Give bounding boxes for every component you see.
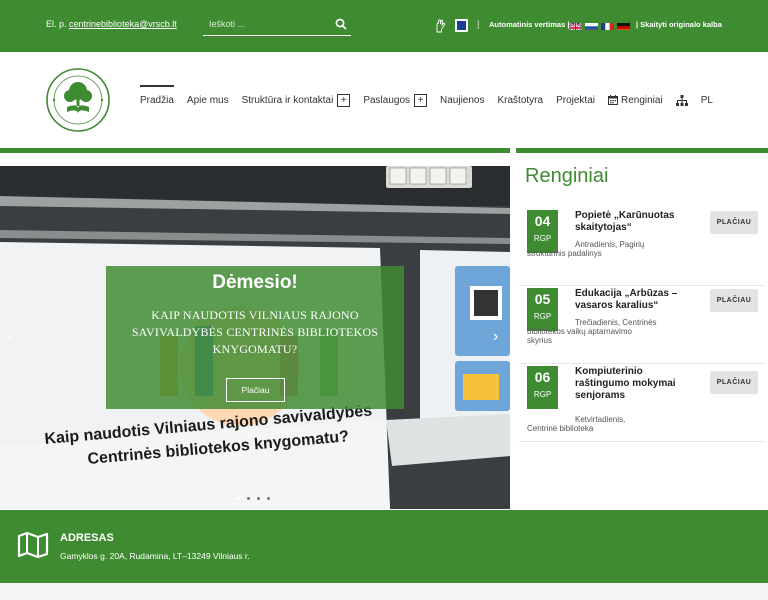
nav-label: Struktūra ir kontaktai — [241, 94, 334, 106]
slider-dots — [237, 497, 270, 500]
sitemap-icon — [675, 94, 688, 106]
search-icon[interactable] — [335, 18, 347, 30]
gb-flag-icon[interactable] — [569, 20, 582, 30]
nav-structure[interactable]: Struktūra ir kontaktai + — [242, 85, 351, 115]
nav-local-history[interactable]: Kraštotyra — [498, 85, 544, 115]
green-separator — [516, 148, 768, 153]
slider-dot[interactable] — [247, 497, 250, 500]
nav-label: Renginiai — [620, 94, 663, 106]
calendar-icon — [607, 95, 618, 105]
event-item: 06 RGP Kompiuterinio raštingumo mokymai … — [519, 366, 765, 442]
event-date: 06 RGP — [527, 366, 558, 409]
fr-flag-icon[interactable] — [601, 20, 614, 30]
easy-read-icon[interactable] — [455, 19, 468, 32]
slider-dot[interactable] — [237, 497, 240, 500]
search-input[interactable] — [209, 19, 329, 29]
event-title[interactable]: Kompiuterinio raštingumo mokymai senjora… — [575, 366, 693, 402]
nav-label: PL — [700, 94, 713, 106]
nav-language-pl[interactable]: PL — [701, 85, 713, 115]
nav-home[interactable]: Pradžia — [140, 85, 174, 115]
slider-next-icon[interactable]: › — [493, 328, 498, 346]
event-more-button[interactable]: PLAČIAU — [710, 211, 758, 234]
event-month: RGP — [533, 390, 552, 399]
nav-projects[interactable]: Projektai — [556, 85, 595, 115]
address-heading: ADRESAS — [60, 532, 114, 544]
email-link[interactable]: centrinebiblioteka@vrscb.lt — [69, 19, 177, 29]
email-prefix: El. p. — [46, 19, 67, 29]
green-separator — [0, 148, 510, 153]
events-heading: Renginiai — [525, 165, 609, 187]
library-logo[interactable] — [45, 67, 111, 133]
slider-prev-icon[interactable]: ‹ — [8, 328, 13, 346]
nav-label: Paslaugos — [363, 94, 411, 106]
slider-dot[interactable] — [257, 497, 260, 500]
event-day: 04 — [534, 213, 551, 229]
event-item: 05 RGP Edukacija „Arbūzas – vasaros kara… — [519, 288, 765, 364]
nav-label: Apie mus — [186, 94, 229, 106]
nav-label: Pradžia — [140, 94, 174, 106]
nav-label: Kraštotyra — [497, 94, 544, 106]
expand-plus-icon[interactable]: + — [337, 93, 351, 107]
nav-about[interactable]: Apie mus — [187, 85, 229, 115]
de-flag-icon[interactable] — [617, 20, 630, 30]
event-meta: Trečiadienis, Centrinės bibliotekos vaik… — [527, 318, 657, 345]
nav-label: Naujienos — [440, 94, 485, 106]
event-meta: Antradienis, Pagirių struktūrinis padali… — [527, 240, 645, 258]
top-bar: El. p. centrinebiblioteka@vrscb.lt | Aut… — [0, 0, 768, 52]
auto-translate-label: Automatinis vertimas | — [489, 20, 570, 29]
bottom-strip — [0, 583, 768, 600]
slide-text: KAIP NAUDOTIS VILNIAUS RAJONO SAVIVALDYB… — [131, 308, 379, 356]
search-box — [203, 15, 351, 36]
slide-more-button[interactable]: Plačiau — [226, 378, 285, 402]
hero-slider: Kaip naudotis Vilniaus rajono savivaldyb… — [0, 166, 510, 509]
event-more-button[interactable]: PLAČIAU — [710, 371, 758, 394]
main-nav: Pradžia Apie mus Struktūra ir kontaktai +… — [140, 85, 726, 115]
event-day: 05 — [534, 291, 551, 307]
event-more-button[interactable]: PLAČIAU — [710, 289, 758, 312]
translation-flags — [569, 20, 630, 30]
ru-flag-icon[interactable] — [585, 20, 598, 30]
address-text: Gamyklos g. 20A, Rudamina, LT–13249 Viln… — [60, 551, 250, 561]
nav-services[interactable]: Paslaugos + — [363, 85, 428, 115]
view-original-link[interactable]: | Skaityti originalo kalba — [636, 20, 722, 29]
nav-events[interactable]: Renginiai — [607, 85, 663, 115]
slide-caption-box: Dėmesio! KAIP NAUDOTIS VILNIAUS RAJONO S… — [106, 266, 404, 409]
footer-address: ADRESAS Gamyklos g. 20A, Rudamina, LT–13… — [0, 510, 768, 583]
map-icon — [17, 531, 49, 558]
event-day: 06 — [534, 369, 551, 385]
event-title[interactable]: Edukacija „Arbūzas – vasaros karalius“ — [575, 288, 693, 312]
sign-language-icon[interactable] — [434, 19, 446, 33]
event-title[interactable]: Popietė „Karūnuotas skaitytojas“ — [575, 210, 693, 234]
nav-sitemap[interactable] — [675, 85, 688, 115]
nav-label: Projektai — [556, 94, 595, 106]
slide-title: Dėmesio! — [212, 272, 298, 293]
email-info: El. p. centrinebiblioteka@vrscb.lt — [46, 19, 177, 29]
topbar-divider: | — [477, 19, 480, 29]
event-meta: Ketvirtadienis, Centrinė biblioteka — [527, 415, 626, 433]
nav-news[interactable]: Naujienos — [440, 85, 484, 115]
expand-plus-icon[interactable]: + — [414, 93, 428, 107]
event-item: 04 RGP Popietė „Karūnuotas skaitytojas“ … — [519, 210, 765, 286]
slider-dot[interactable] — [267, 497, 270, 500]
